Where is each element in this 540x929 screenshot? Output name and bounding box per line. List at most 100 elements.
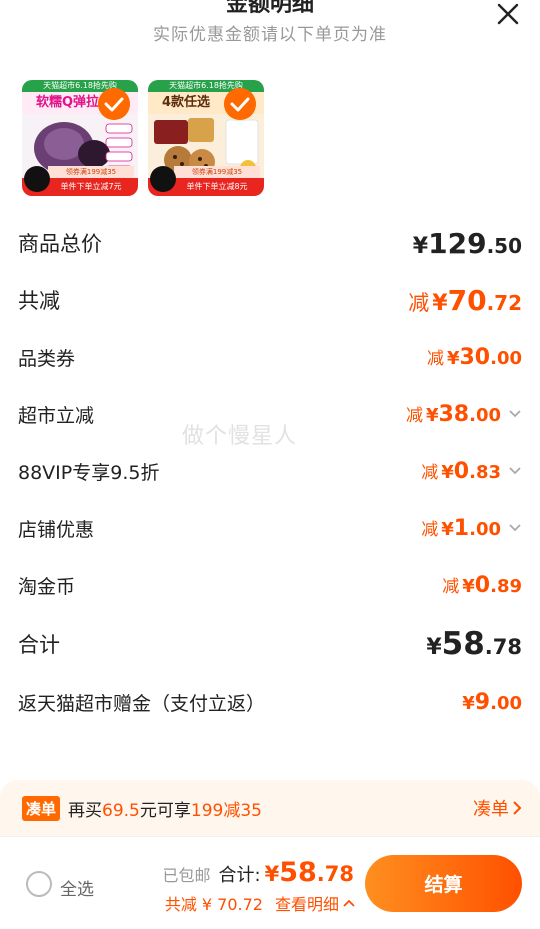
close-icon[interactable] xyxy=(496,2,520,26)
product-thumb-2[interactable]: 天猫超市6.18抢先购 4款任选 领券满199减35 单件下单立减8元 xyxy=(148,80,264,196)
thumb-coupon: 领券满199减35 xyxy=(174,166,260,178)
yen-sign: ¥ xyxy=(462,576,475,597)
total-decimal: .78 xyxy=(316,862,354,886)
total-integer: 58 xyxy=(279,857,317,888)
amount-integer: 38 xyxy=(438,402,470,427)
yen-sign: ¥ xyxy=(441,519,454,540)
view-details-link[interactable]: 查看明细 xyxy=(275,891,356,915)
row-grand-total: 合计 ¥ 58 .78 xyxy=(18,615,522,673)
amount-integer: 9 xyxy=(474,689,491,715)
bundle-promo-text: 再买69.5元可享199减35 xyxy=(68,796,262,821)
amount-decimal: .00 xyxy=(490,348,522,369)
minus-prefix: 减 xyxy=(426,349,444,369)
minus-prefix: 减 xyxy=(421,463,439,483)
amount-decimal: .72 xyxy=(486,290,522,315)
row-88vip-discount[interactable]: 88VIP专享9.5折 减 ¥ 0 .83 xyxy=(18,442,522,500)
amount-decimal: .83 xyxy=(469,462,501,483)
row-amount: 减 ¥ 0 .89 xyxy=(442,572,522,598)
amount-decimal: .50 xyxy=(486,233,522,258)
promo-amount: 69.5 xyxy=(102,800,140,821)
row-cashback: 返天猫超市赠金（支付立返） ¥ 9 .00 xyxy=(18,673,522,731)
yen-sign: ¥ xyxy=(462,692,475,714)
row-label: 品类券 xyxy=(18,347,76,370)
row-label: 88VIP专享9.5折 xyxy=(18,461,160,484)
yen-sign: ¥ xyxy=(432,290,448,316)
yen-sign: ¥ xyxy=(441,462,454,483)
chevron-up-icon xyxy=(343,899,355,907)
header: 金额明细 实际优惠金额请以下单页为准 xyxy=(0,0,540,50)
row-label: 商品总价 xyxy=(18,232,102,256)
row-label: 返天猫超市赠金（支付立返） xyxy=(18,692,266,715)
bundle-link[interactable]: 凑单 xyxy=(473,795,522,821)
view-details-label: 查看明细 xyxy=(274,895,339,914)
amount-integer: 1 xyxy=(453,516,470,541)
amount-integer: 129 xyxy=(428,226,487,260)
row-store-discount[interactable]: 店铺优惠 减 ¥ 1 .00 xyxy=(18,499,522,557)
yen-sign: ¥ xyxy=(425,405,439,426)
product-thumb-1[interactable]: 天猫超市6.18抢先购 软糯Q弹拉 领券满199减35 单件下单立减7元 xyxy=(22,80,138,196)
row-amount: 减 ¥ 30 .00 xyxy=(427,344,522,370)
row-amount: ¥ 58 .78 xyxy=(426,626,522,662)
tmall-cat-icon xyxy=(24,166,50,192)
row-amount: 减 ¥ 0 .83 xyxy=(421,458,501,484)
bundle-link-label: 凑单 xyxy=(473,799,509,820)
amount-integer: 30 xyxy=(459,345,491,370)
promo-text-c: 元可享 xyxy=(139,800,191,821)
bundle-tag: 凑单 xyxy=(22,795,61,821)
row-amount: 减 ¥ 38 .00 xyxy=(406,401,501,427)
minus-prefix: 减 xyxy=(405,406,423,426)
row-amount: 减 ¥ 70 .72 xyxy=(408,284,522,317)
row-label: 超市立减 xyxy=(18,404,95,427)
watermark: 做个慢星人 xyxy=(182,424,298,449)
product-thumbnails: 天猫超市6.18抢先购 软糯Q弹拉 领券满199减35 单件下单立减7元 天猫超… xyxy=(22,80,264,196)
row-subtotal: 商品总价 ¥ 129 .50 xyxy=(18,214,522,272)
row-amount: ¥ 129 .50 xyxy=(413,227,522,260)
amount-decimal: .00 xyxy=(469,519,501,540)
thumb-coupon: 领券满199减35 xyxy=(48,166,134,178)
yen-sign: ¥ xyxy=(446,348,460,369)
checkout-button[interactable]: 结算 xyxy=(365,855,522,912)
total-yen: ¥ xyxy=(264,862,280,886)
minus-prefix: 减 xyxy=(421,520,439,540)
chevron-down-icon[interactable] xyxy=(508,466,522,476)
promo-deal: 199减35 xyxy=(190,800,262,821)
row-taojinbi: 淘金币 减 ¥ 0 .89 xyxy=(18,556,522,614)
yen-sign: ¥ xyxy=(412,233,429,259)
amount-integer: 0 xyxy=(453,459,470,484)
amount-decimal: .00 xyxy=(490,692,522,714)
row-amount: 减 ¥ 1 .00 xyxy=(421,515,501,541)
minus-prefix: 减 xyxy=(408,290,430,315)
amount-integer: 0 xyxy=(474,573,491,598)
promo-text-a: 再买 xyxy=(68,800,103,821)
sheet-subtitle: 实际优惠金额请以下单页为准 xyxy=(153,25,387,45)
amount-decimal: .89 xyxy=(490,576,522,597)
selected-check-icon[interactable] xyxy=(224,88,256,120)
selected-check-icon[interactable] xyxy=(98,88,130,120)
tmall-cat-icon xyxy=(150,166,176,192)
minus-prefix: 减 xyxy=(442,577,460,597)
sheet-title: 金额明细 xyxy=(225,0,314,17)
total-label: 合计: xyxy=(218,865,261,886)
checkout-bar: 全选 已包邮 合计: ¥ 58 .78 共减 ¥ 70.72 查看明细 结算 xyxy=(0,836,540,929)
shipping-text: 已包邮 xyxy=(162,866,211,885)
chevron-down-icon[interactable] xyxy=(508,409,522,419)
savings-line: 共减 ¥ 70.72 查看明细 xyxy=(165,891,356,915)
row-label: 淘金币 xyxy=(18,575,76,598)
row-amount: ¥ 9 .00 xyxy=(462,690,522,715)
row-label: 共减 xyxy=(18,289,60,313)
saved-amount: 共减 ¥ 70.72 xyxy=(164,895,263,914)
row-total-discount: 共减 减 ¥ 70 .72 xyxy=(18,271,522,329)
amount-integer: 70 xyxy=(447,283,487,317)
row-label: 合计 xyxy=(18,633,60,657)
yen-sign: ¥ xyxy=(426,635,442,660)
row-label: 店铺优惠 xyxy=(18,518,95,541)
amount-decimal: .78 xyxy=(484,635,522,659)
row-category-coupon: 品类券 减 ¥ 30 .00 xyxy=(18,328,522,386)
select-all-label[interactable]: 全选 xyxy=(60,875,94,900)
chevron-down-icon[interactable] xyxy=(508,523,522,533)
select-all-radio[interactable] xyxy=(26,871,52,897)
checkout-summary: 已包邮 合计: ¥ 58 .78 xyxy=(163,857,355,888)
chevron-right-icon xyxy=(513,801,522,815)
amount-decimal: .00 xyxy=(469,405,501,426)
amount-integer: 58 xyxy=(441,626,485,662)
